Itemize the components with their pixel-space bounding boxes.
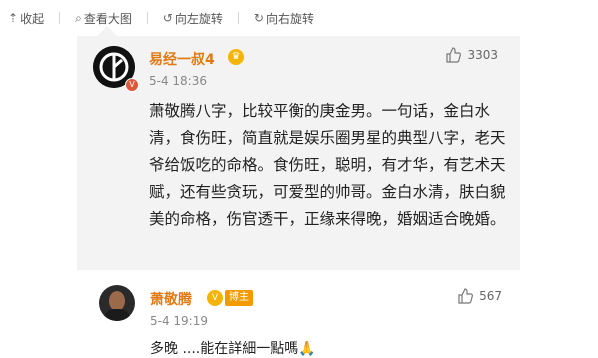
image-toolbar: ⇡ 收起 ⌕ 查看大图 ↺ 向左旋转 ↻ 向右旋转 (0, 0, 598, 36)
reply-item: 萧敬腾 V 博主 5-4 19:19 567 多晚 ....能在詳細一點嗎🙏 (77, 278, 520, 357)
rotate-right-icon: ↻ (253, 11, 264, 25)
view-large-label: 查看大图 (83, 11, 132, 26)
reply-username[interactable]: 萧敬腾 (150, 289, 192, 309)
rotate-left-button[interactable]: ↺ 向左旋转 (163, 10, 223, 27)
thumbs-up-icon (446, 47, 462, 63)
rotate-right-button[interactable]: ↻ 向右旋转 (254, 10, 314, 27)
comment-text: 萧敬腾八字，比较平衡的庚金男。一句话，金白水清，食伤旺，简直就是娱乐圈男星的典型… (149, 102, 506, 228)
search-icon: ⌕ (75, 10, 82, 25)
collapse-up-icon: ⇡ (8, 11, 19, 25)
avatar-face (109, 291, 125, 311)
reply-text: 多晚 ....能在詳細一點嗎🙏 (150, 341, 316, 357)
avatar-shirt (104, 309, 130, 321)
reply-like-button[interactable]: 567 (457, 288, 502, 304)
collapse-label: 收起 (20, 11, 45, 26)
rotate-right-label: 向右旋转 (265, 11, 314, 26)
rotate-left-icon: ↺ (162, 11, 173, 25)
comment-card: V 易经一叔4 ♛ 5-4 18:36 3303 萧敬腾八字，比较平衡的庚金男。… (77, 26, 520, 270)
like-button[interactable]: 3303 (445, 47, 498, 63)
reply-like-count: 567 (479, 289, 502, 303)
verified-badge-icon: V (207, 290, 223, 306)
comment-timestamp: 5-4 18:36 (149, 74, 207, 88)
comment-username[interactable]: 易经一叔4 (149, 49, 215, 69)
thumbs-up-icon (458, 288, 474, 304)
rotate-left-label: 向左旋转 (174, 11, 223, 26)
toolbar-divider (237, 12, 239, 24)
crown-badge-icon: ♛ (228, 49, 244, 65)
author-tag: 博主 (225, 290, 253, 306)
verified-badge-icon: V (125, 78, 139, 92)
view-large-button[interactable]: ⌕ 查看大图 (75, 10, 132, 27)
toolbar-divider (59, 12, 61, 24)
reply-timestamp: 5-4 19:19 (150, 314, 208, 328)
like-count: 3303 (467, 48, 498, 62)
collapse-button[interactable]: ⇡ 收起 (8, 10, 44, 27)
reply-avatar[interactable] (99, 285, 135, 321)
toolbar-divider (146, 12, 148, 24)
